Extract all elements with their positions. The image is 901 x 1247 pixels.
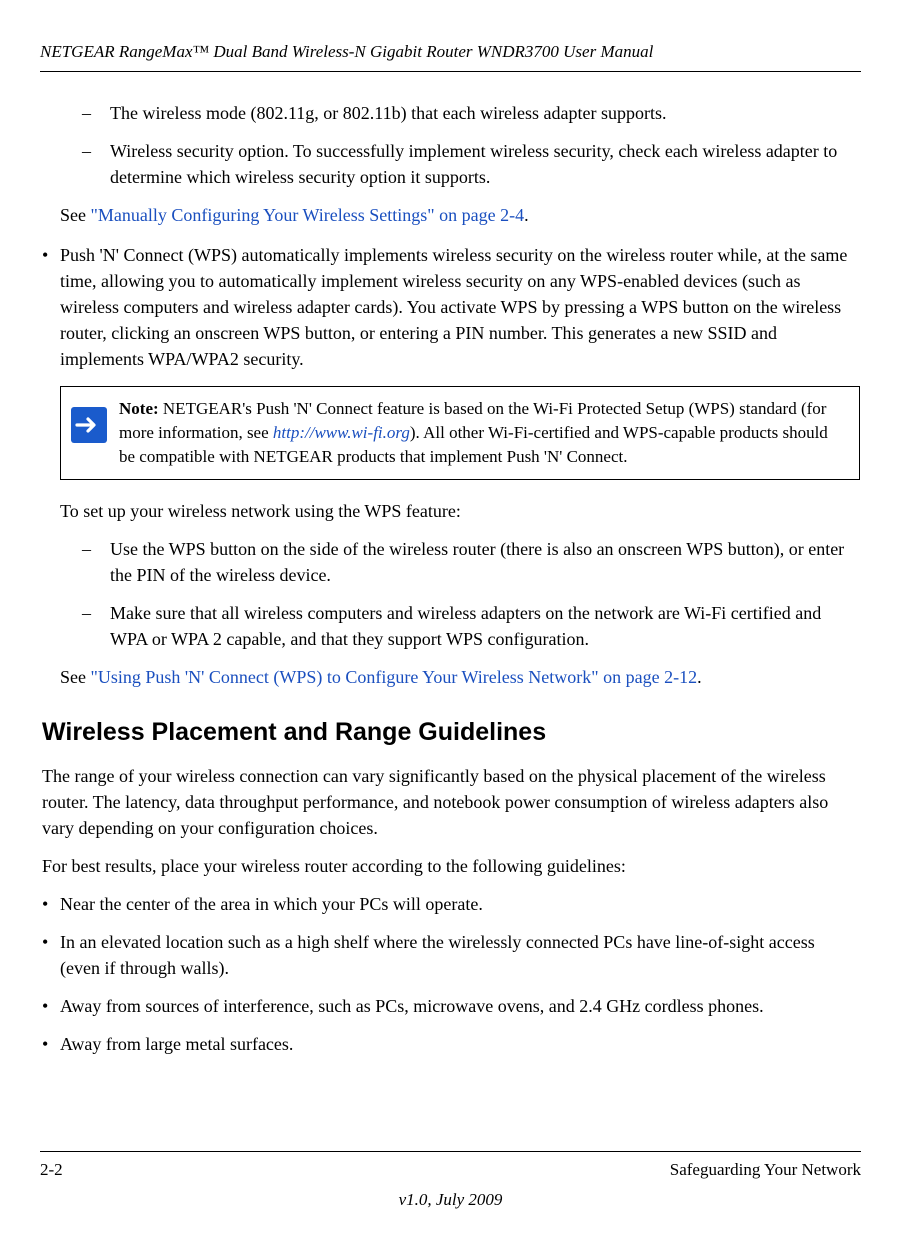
note-link[interactable]: http://www.wi-fi.org <box>273 423 410 442</box>
see-suffix: . <box>697 667 702 687</box>
see-prefix: See <box>60 667 91 687</box>
page-footer: 2-2 Safeguarding Your Network v1.0, July… <box>40 1151 861 1213</box>
sub-bullet-item: – Make sure that all wireless computers … <box>82 600 859 652</box>
note-arrow-icon <box>71 407 107 443</box>
see-reference: See "Using Push 'N' Connect (WPS) to Con… <box>60 664 859 690</box>
note-text: Note: NETGEAR's Push 'N' Connect feature… <box>119 397 845 468</box>
page-content: – The wireless mode (802.11g, or 802.11b… <box>40 100 861 1058</box>
sub-bullet-text: Wireless security option. To successfull… <box>110 138 859 190</box>
footer-section: Safeguarding Your Network <box>670 1158 861 1183</box>
bullet-text: Away from large metal surfaces. <box>60 1031 859 1057</box>
bullet-icon: • <box>42 891 60 917</box>
body-paragraph: For best results, place your wireless ro… <box>42 853 859 879</box>
bullet-text: In an elevated location such as a high s… <box>60 929 859 981</box>
see-prefix: See <box>60 205 91 225</box>
bullet-icon: • <box>42 1031 60 1057</box>
see-reference: See "Manually Configuring Your Wireless … <box>60 202 859 228</box>
bullet-item: • Away from large metal surfaces. <box>42 1031 859 1057</box>
footer-version: v1.0, July 2009 <box>40 1188 861 1213</box>
bullet-item: • In an elevated location such as a high… <box>42 929 859 981</box>
bullet-item: • Away from sources of interference, suc… <box>42 993 859 1019</box>
sub-bullet-text: The wireless mode (802.11g, or 802.11b) … <box>110 100 859 126</box>
dash-icon: – <box>82 600 110 652</box>
footer-rule <box>40 1151 861 1152</box>
dash-icon: – <box>82 536 110 588</box>
note-box: Note: NETGEAR's Push 'N' Connect feature… <box>60 386 860 479</box>
dash-icon: – <box>82 100 110 126</box>
dash-icon: – <box>82 138 110 190</box>
bullet-icon: • <box>42 929 60 981</box>
cross-ref-link[interactable]: "Manually Configuring Your Wireless Sett… <box>91 205 525 225</box>
cross-ref-link[interactable]: "Using Push 'N' Connect (WPS) to Configu… <box>91 667 698 687</box>
bullet-text: Near the center of the area in which you… <box>60 891 859 917</box>
sub-bullet-item: – The wireless mode (802.11g, or 802.11b… <box>82 100 859 126</box>
bullet-item: • Push 'N' Connect (WPS) automatically i… <box>42 242 859 372</box>
sub-bullet-text: Make sure that all wireless computers an… <box>110 600 859 652</box>
body-paragraph: The range of your wireless connection ca… <box>42 763 859 841</box>
guideline-list: • Near the center of the area in which y… <box>42 891 859 1057</box>
sub-bullet-text: Use the WPS button on the side of the wi… <box>110 536 859 588</box>
section-heading: Wireless Placement and Range Guidelines <box>42 714 859 750</box>
bullet-text: Away from sources of interference, such … <box>60 993 859 1019</box>
page-number: 2-2 <box>40 1158 63 1183</box>
see-suffix: . <box>524 205 529 225</box>
bullet-text: Push 'N' Connect (WPS) automatically imp… <box>60 242 859 372</box>
header-title: NETGEAR RangeMax™ Dual Band Wireless-N G… <box>40 40 861 65</box>
bullet-item: • Near the center of the area in which y… <box>42 891 859 917</box>
bullet-icon: • <box>42 242 60 372</box>
header-rule <box>40 71 861 72</box>
paragraph: To set up your wireless network using th… <box>60 498 859 524</box>
bullet-icon: • <box>42 993 60 1019</box>
sub-bullet-item: – Wireless security option. To successfu… <box>82 138 859 190</box>
note-label: Note: <box>119 399 159 418</box>
sub-bullet-item: – Use the WPS button on the side of the … <box>82 536 859 588</box>
